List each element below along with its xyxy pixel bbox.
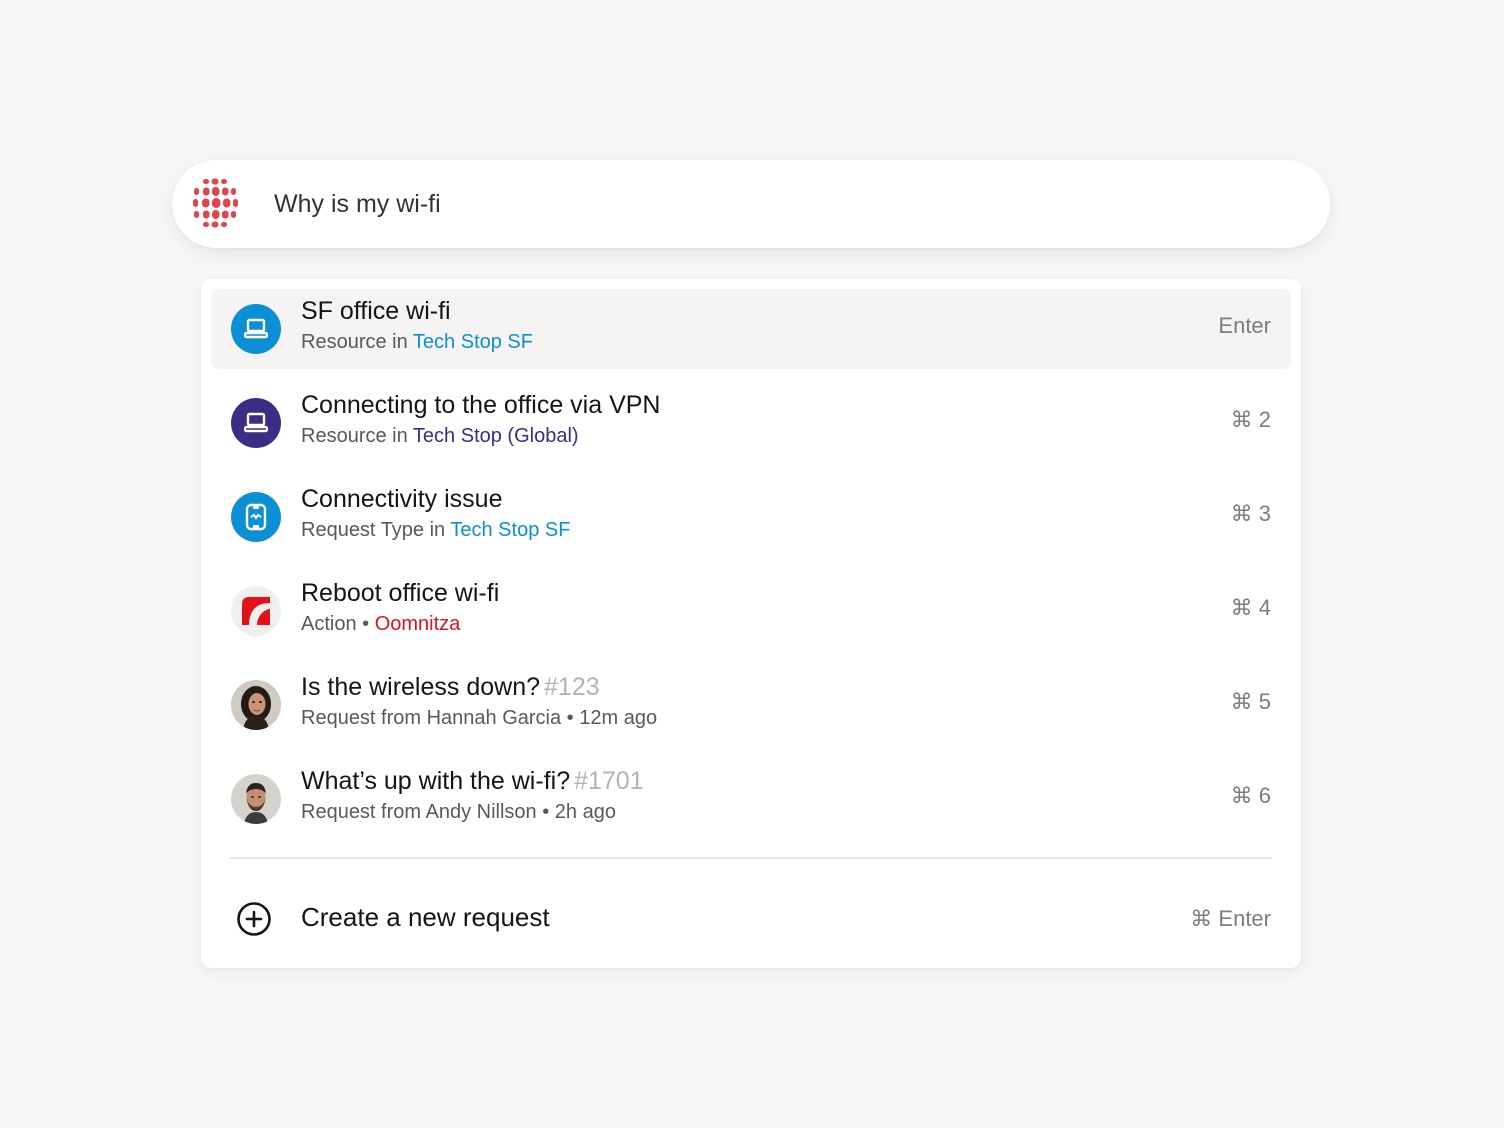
create-request-button[interactable]: Create a new request ⌘ Enter bbox=[211, 879, 1291, 957]
plus-circle-icon bbox=[237, 902, 271, 936]
result-item[interactable]: SF office wi-fi Resource in Tech Stop SF… bbox=[211, 289, 1291, 369]
result-link[interactable]: Tech Stop SF bbox=[450, 519, 570, 541]
divider bbox=[230, 857, 1272, 859]
result-subtitle: Request from Andy Nillson • 2h ago bbox=[301, 801, 616, 823]
shortcut-hint: ⌘ 4 bbox=[1230, 595, 1271, 620]
dot-grid-logo-icon bbox=[193, 178, 238, 228]
avatar-andy-icon bbox=[231, 774, 281, 824]
create-request-label: Create a new request bbox=[301, 902, 550, 932]
shortcut-hint: Enter bbox=[1218, 313, 1271, 338]
result-subtitle: Request Type in Tech Stop SF bbox=[301, 519, 571, 541]
results-panel: SF office wi-fi Resource in Tech Stop SF… bbox=[201, 279, 1301, 968]
result-title: SF office wi-fi bbox=[301, 297, 451, 325]
shortcut-hint: ⌘ 2 bbox=[1230, 407, 1271, 432]
result-link[interactable]: Oomnitza bbox=[375, 613, 461, 635]
result-link[interactable]: Tech Stop (Global) bbox=[413, 425, 579, 447]
result-item[interactable]: What’s up with the wi-fi? #1701 Request f… bbox=[211, 759, 1291, 839]
shortcut-hint: ⌘ 5 bbox=[1230, 689, 1271, 714]
result-title: Connectivity issue bbox=[301, 485, 503, 513]
laptop-icon bbox=[231, 304, 281, 354]
result-title: Is the wireless down? #123 bbox=[301, 673, 600, 701]
result-item[interactable]: Connectivity issue Request Type in Tech … bbox=[211, 477, 1291, 557]
shortcut-hint: ⌘ Enter bbox=[1190, 906, 1271, 931]
result-item[interactable]: Connecting to the office via VPN Resourc… bbox=[211, 383, 1291, 463]
search-bar[interactable] bbox=[172, 160, 1330, 248]
result-subtitle: Resource in Tech Stop SF bbox=[301, 331, 533, 353]
result-item[interactable]: Reboot office wi-fi Action • Oomnitza ⌘ … bbox=[211, 571, 1291, 651]
result-title: What’s up with the wi-fi? #1701 bbox=[301, 767, 644, 795]
result-link[interactable]: Tech Stop SF bbox=[413, 331, 533, 353]
result-title: Connecting to the office via VPN bbox=[301, 391, 661, 419]
result-subtitle: Resource in Tech Stop (Global) bbox=[301, 425, 579, 447]
oomnitza-logo-icon bbox=[231, 586, 281, 636]
result-item[interactable]: Is the wireless down? #123 Request from H… bbox=[211, 665, 1291, 745]
result-subtitle: Request from Hannah Garcia • 12m ago bbox=[301, 707, 658, 729]
shortcut-hint: ⌘ 6 bbox=[1230, 783, 1271, 808]
request-number: #1701 bbox=[574, 767, 644, 795]
shortcut-hint: ⌘ 3 bbox=[1230, 501, 1271, 526]
request-number: #123 bbox=[544, 673, 600, 701]
avatar-hannah-icon bbox=[231, 680, 281, 730]
search-input[interactable] bbox=[274, 184, 1274, 224]
laptop-icon bbox=[231, 398, 281, 448]
result-title: Reboot office wi-fi bbox=[301, 579, 500, 607]
result-subtitle: Action • Oomnitza bbox=[301, 613, 461, 635]
request-type-icon bbox=[231, 492, 281, 542]
